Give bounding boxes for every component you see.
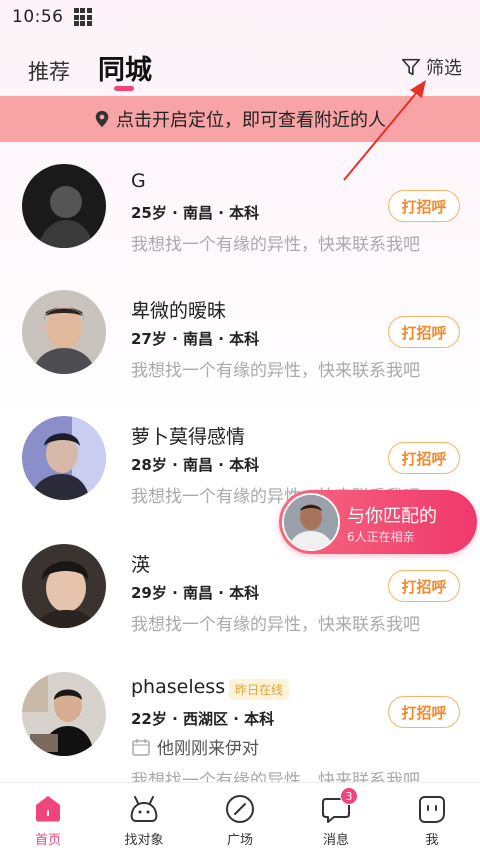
user-description: 我想找一个有缘的异性，快来联系我吧 [131, 361, 420, 381]
profile-icon [416, 793, 448, 825]
user-meta: 28岁 · 南昌 · 本科 [131, 456, 260, 474]
user-name: 萝卜莫得感情 [131, 426, 246, 448]
match-subtitle: 6人正在相亲 [347, 530, 415, 544]
list-item[interactable]: 卑微的暧昧 27岁 · 南昌 · 本科 我想找一个有缘的异性，快来联系我吧 打招… [0, 276, 480, 396]
user-meta: 27岁 · 南昌 · 本科 [131, 330, 260, 348]
greet-button[interactable]: 打招呼 [388, 442, 460, 474]
user-name: G [131, 170, 146, 192]
avatar-image [22, 544, 106, 628]
list-item[interactable]: phaseless 昨日在线 22岁 · 西湖区 · 本科 他刚刚来伊对 我想找… [0, 656, 480, 791]
nav-find-partner-label: 找对象 [124, 833, 164, 848]
nav-profile-label: 我 [425, 833, 439, 848]
message-count-badge: 3 [340, 787, 358, 805]
match-avatar [282, 493, 340, 551]
nav-home-label: 首页 [34, 833, 61, 848]
bottom-nav: 首页 找对象 广场 3 消息 我 [0, 782, 480, 853]
user-meta: 29岁 · 南昌 · 本科 [131, 584, 260, 602]
user-description: 我想找一个有缘的异性，快来联系我吧 [131, 235, 420, 255]
user-name: 卑微的暧昧 [131, 300, 227, 322]
annotation-arrow [343, 80, 426, 181]
party-note-text: 他刚刚来伊对 [157, 739, 259, 759]
location-pin-icon [95, 110, 109, 128]
avatar[interactable] [22, 544, 106, 628]
avatar-image [22, 416, 106, 500]
match-bubble[interactable]: 与你匹配的 6人正在相亲 [279, 490, 477, 554]
greet-button[interactable]: 打招呼 [388, 190, 460, 222]
greet-button[interactable]: 打招呼 [388, 316, 460, 348]
greet-button[interactable]: 打招呼 [388, 696, 460, 728]
avatar[interactable] [22, 672, 106, 756]
app-grid-icon [73, 8, 92, 26]
user-description: 我想找一个有缘的异性，快来联系我吧 [131, 615, 420, 635]
status-bar: 10:56 [0, 0, 480, 34]
home-icon [32, 793, 64, 825]
avatar[interactable] [22, 290, 106, 374]
nav-home[interactable]: 首页 [0, 783, 96, 853]
tab-same-city[interactable]: 同城 [98, 48, 152, 87]
square-compass-icon [224, 793, 256, 825]
user-name: phaseless [131, 676, 226, 698]
avatar-image [22, 672, 106, 756]
status-time: 10:56 [12, 7, 64, 27]
calendar-icon [132, 738, 150, 756]
avatar-image [22, 164, 106, 248]
message-icon: 3 [320, 787, 358, 825]
avatar[interactable] [22, 416, 106, 500]
online-status-badge: 昨日在线 [229, 679, 290, 700]
tab-recommend[interactable]: 推荐 [28, 56, 70, 86]
nav-messages-label: 消息 [322, 833, 349, 848]
nav-find-partner[interactable]: 找对象 [96, 783, 192, 853]
find-partner-icon [128, 793, 160, 825]
user-meta: 22岁 · 西湖区 · 本科 [131, 710, 275, 728]
nav-profile[interactable]: 我 [384, 783, 480, 853]
greet-button[interactable]: 打招呼 [388, 570, 460, 602]
user-name: 渶 [131, 554, 151, 576]
nav-square-label: 广场 [226, 833, 253, 848]
nav-square[interactable]: 广场 [192, 783, 288, 853]
tab-active-indicator [114, 86, 134, 91]
user-meta: 25岁 · 南昌 · 本科 [131, 204, 260, 222]
party-note: 他刚刚来伊对 [131, 734, 259, 759]
avatar-image [22, 290, 106, 374]
nav-messages[interactable]: 3 消息 [288, 783, 384, 853]
avatar[interactable] [22, 164, 106, 248]
match-title: 与你匹配的 [347, 506, 437, 527]
